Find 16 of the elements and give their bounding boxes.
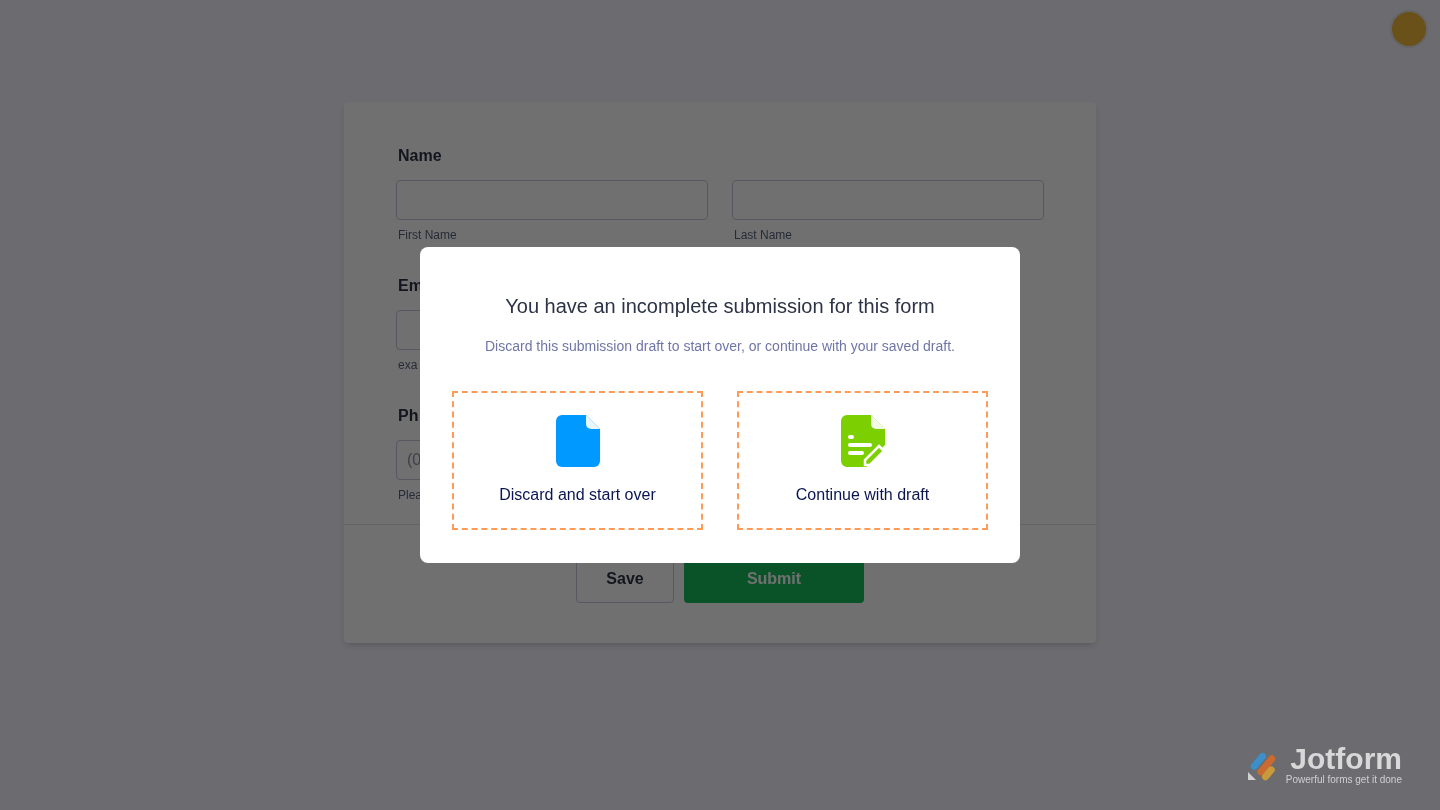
brand-tagline: Powerful forms get it done bbox=[1285, 773, 1402, 786]
field-label: Name bbox=[398, 146, 443, 166]
field-label: Ph bbox=[398, 406, 420, 426]
avatar-icon[interactable] bbox=[1390, 10, 1428, 48]
input-field[interactable] bbox=[732, 180, 1044, 220]
field-sublabel: exa bbox=[398, 357, 419, 374]
field-sublabel: First Name bbox=[398, 227, 458, 244]
input-field[interactable] bbox=[396, 180, 708, 220]
continue-option[interactable]: Continue with draft bbox=[737, 391, 988, 530]
file-icon bbox=[555, 414, 600, 467]
dialog-message: Discard this submission draft to start over, or continue with your saved draft. bbox=[485, 337, 955, 356]
field-sublabel: Last Name bbox=[734, 227, 794, 244]
dialog-title: You have an incomplete submission for this form bbox=[505, 294, 935, 319]
document-pencil-icon bbox=[840, 414, 885, 467]
brand-name: Jotform bbox=[1290, 743, 1402, 774]
discard-option[interactable]: Discard and start over bbox=[452, 391, 703, 530]
